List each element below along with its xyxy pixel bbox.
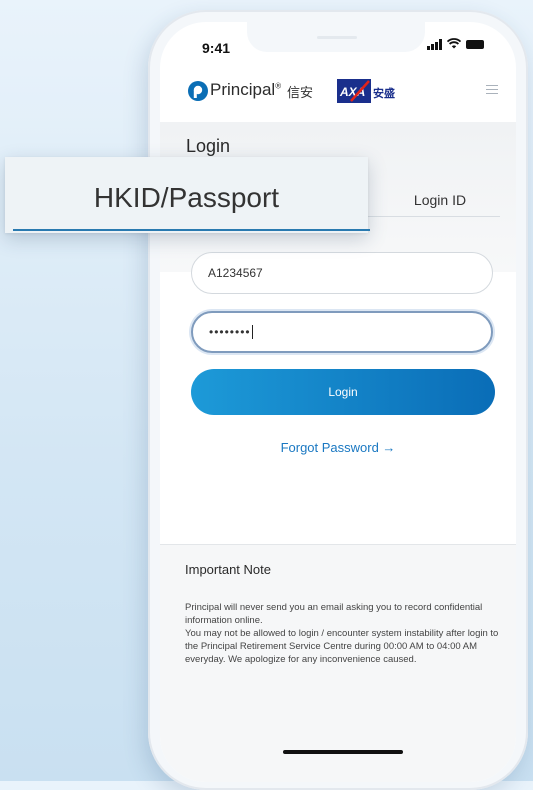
tab-login-id[interactable]: Login ID: [382, 192, 498, 208]
tab-hkid-passport[interactable]: HKID/Passport: [5, 157, 370, 233]
page-title: Login: [186, 136, 231, 156]
hkid-input[interactable]: A1234567: [191, 252, 493, 294]
tab-hkid-passport-label: HKID/Passport: [93, 182, 280, 213]
axa-logo-icon: AXA: [337, 79, 371, 103]
note-paragraph: Principal will never send you an email a…: [185, 602, 483, 626]
login-button[interactable]: Login: [191, 369, 495, 415]
tab-underline: [348, 216, 500, 217]
signal-icon: [427, 39, 442, 50]
partner-name-chinese: 安盛: [373, 88, 395, 100]
brand-name: Principal®: [210, 80, 282, 99]
menu-icon[interactable]: [486, 85, 498, 94]
note-paragraph: You may not be allowed to login / encoun…: [185, 628, 499, 665]
status-time: 9:41: [202, 40, 231, 56]
phone-screen: 9:41 Principal® 信安 AXA 安盛 Login Login ID…: [160, 22, 516, 782]
brand-name-chinese: 信安: [287, 85, 314, 100]
home-indicator: [283, 750, 403, 754]
battery-icon: [466, 40, 484, 49]
password-input[interactable]: ••••••••: [191, 311, 493, 353]
status-icons: [427, 38, 484, 51]
principal-logo-icon: [188, 81, 208, 101]
forgot-password-link[interactable]: Forgot Password →: [160, 440, 516, 455]
notch: [247, 22, 425, 52]
wifi-icon: [446, 38, 462, 51]
active-tab-indicator: [13, 229, 370, 231]
text-caret: [251, 325, 253, 339]
password-value: ••••••••: [209, 325, 251, 339]
speaker: [317, 36, 357, 39]
svg-text:AXA: AXA: [339, 85, 365, 99]
note-title: Important Note: [185, 562, 271, 577]
